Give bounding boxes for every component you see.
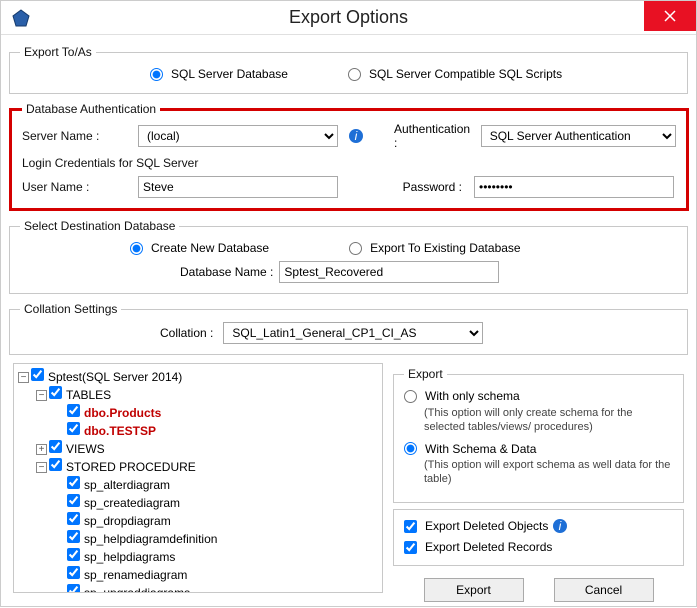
window-title: Export Options (289, 7, 408, 28)
collation-label: Collation : (160, 326, 213, 340)
svg-text:i: i (559, 519, 562, 533)
username-input[interactable] (138, 176, 338, 198)
expand-icon[interactable]: − (18, 372, 29, 383)
radio-only-schema[interactable]: With only schema (404, 389, 520, 403)
app-logo-icon (11, 8, 31, 28)
radio-create-new-db-input[interactable] (130, 242, 143, 255)
export-button[interactable]: Export (424, 578, 524, 602)
expand-icon[interactable]: + (36, 444, 47, 455)
schema-data-desc: (This option will export schema as well … (404, 458, 673, 486)
radio-schema-and-data[interactable]: With Schema & Data (404, 442, 536, 456)
authentication-select[interactable]: SQL Server Authentication (481, 125, 676, 147)
tree-sp-item[interactable]: sp_upgraddiagrams (67, 586, 190, 593)
server-name-label: Server Name : (22, 129, 132, 143)
cancel-button[interactable]: Cancel (554, 578, 654, 602)
radio-existing-db-input[interactable] (349, 242, 362, 255)
password-input[interactable] (474, 176, 674, 198)
collation-legend: Collation Settings (20, 302, 121, 316)
radio-sql-scripts-input[interactable] (348, 68, 361, 81)
tree-sp-item[interactable]: sp_creatediagram (67, 496, 180, 510)
radio-only-schema-input[interactable] (404, 390, 417, 403)
tree-table-products[interactable]: dbo.Products (67, 406, 161, 420)
tree-sp-item[interactable]: sp_helpdiagramdefinition (67, 532, 217, 546)
password-label: Password : (368, 180, 468, 194)
tree-sp-item[interactable]: sp_alterdiagram (67, 478, 170, 492)
login-credentials-header: Login Credentials for SQL Server (22, 156, 676, 170)
info-icon[interactable]: i (348, 128, 364, 144)
expand-icon[interactable]: − (36, 462, 47, 473)
db-auth-group: Database Authentication Server Name : (l… (9, 102, 689, 211)
radio-create-new-db[interactable]: Create New Database (130, 241, 269, 255)
tree-tables[interactable]: TABLES (49, 388, 111, 402)
chk-export-deleted-objects-input[interactable] (404, 520, 417, 533)
server-name-select[interactable]: (local) (138, 125, 338, 147)
only-schema-desc: (This option will only create schema for… (404, 406, 673, 434)
svg-text:i: i (355, 129, 358, 143)
title-bar: Export Options (1, 1, 696, 35)
deleted-options-group: Export Deleted Objects i Export Deleted … (393, 509, 684, 566)
close-button[interactable] (644, 1, 696, 31)
chk-export-deleted-records-input[interactable] (404, 541, 417, 554)
tree-root[interactable]: Sptest(SQL Server 2014) (31, 370, 182, 384)
destination-db-legend: Select Destination Database (20, 219, 179, 233)
tree-sp-item[interactable]: sp_helpdiagrams (67, 550, 175, 564)
export-to-as-legend: Export To/As (20, 45, 96, 59)
export-options-legend: Export (404, 367, 447, 381)
db-name-label: Database Name : (180, 265, 273, 279)
object-tree[interactable]: −Sptest(SQL Server 2014) −TABLES dbo.Pro… (13, 363, 383, 593)
authentication-label: Authentication : (394, 122, 475, 150)
tree-views[interactable]: VIEWS (49, 442, 105, 456)
export-to-as-group: Export To/As SQL Server Database SQL Ser… (9, 45, 688, 94)
collation-select[interactable]: SQL_Latin1_General_CP1_CI_AS (223, 322, 483, 344)
tree-table-testsp[interactable]: dbo.TESTSP (67, 424, 156, 438)
radio-sql-scripts[interactable]: SQL Server Compatible SQL Scripts (348, 67, 562, 81)
radio-sql-server-db[interactable]: SQL Server Database (150, 67, 288, 81)
expand-icon[interactable]: − (36, 390, 47, 401)
radio-schema-and-data-input[interactable] (404, 442, 417, 455)
chk-export-deleted-objects[interactable]: Export Deleted Objects (404, 519, 548, 533)
destination-db-group: Select Destination Database Create New D… (9, 219, 688, 294)
tree-sp-item[interactable]: sp_dropdiagram (67, 514, 171, 528)
export-options-group: Export With only schema (This option wil… (393, 367, 684, 503)
chk-export-deleted-records[interactable]: Export Deleted Records (404, 540, 552, 554)
tree-stored-procedures[interactable]: STORED PROCEDURE (49, 460, 196, 474)
db-auth-legend: Database Authentication (22, 102, 160, 116)
username-label: User Name : (22, 180, 132, 194)
db-name-input[interactable] (279, 261, 499, 283)
info-icon[interactable]: i (552, 518, 568, 534)
tree-sp-item[interactable]: sp_renamediagram (67, 568, 187, 582)
radio-existing-db[interactable]: Export To Existing Database (349, 241, 521, 255)
radio-sql-server-db-input[interactable] (150, 68, 163, 81)
collation-group: Collation Settings Collation : SQL_Latin… (9, 302, 688, 355)
